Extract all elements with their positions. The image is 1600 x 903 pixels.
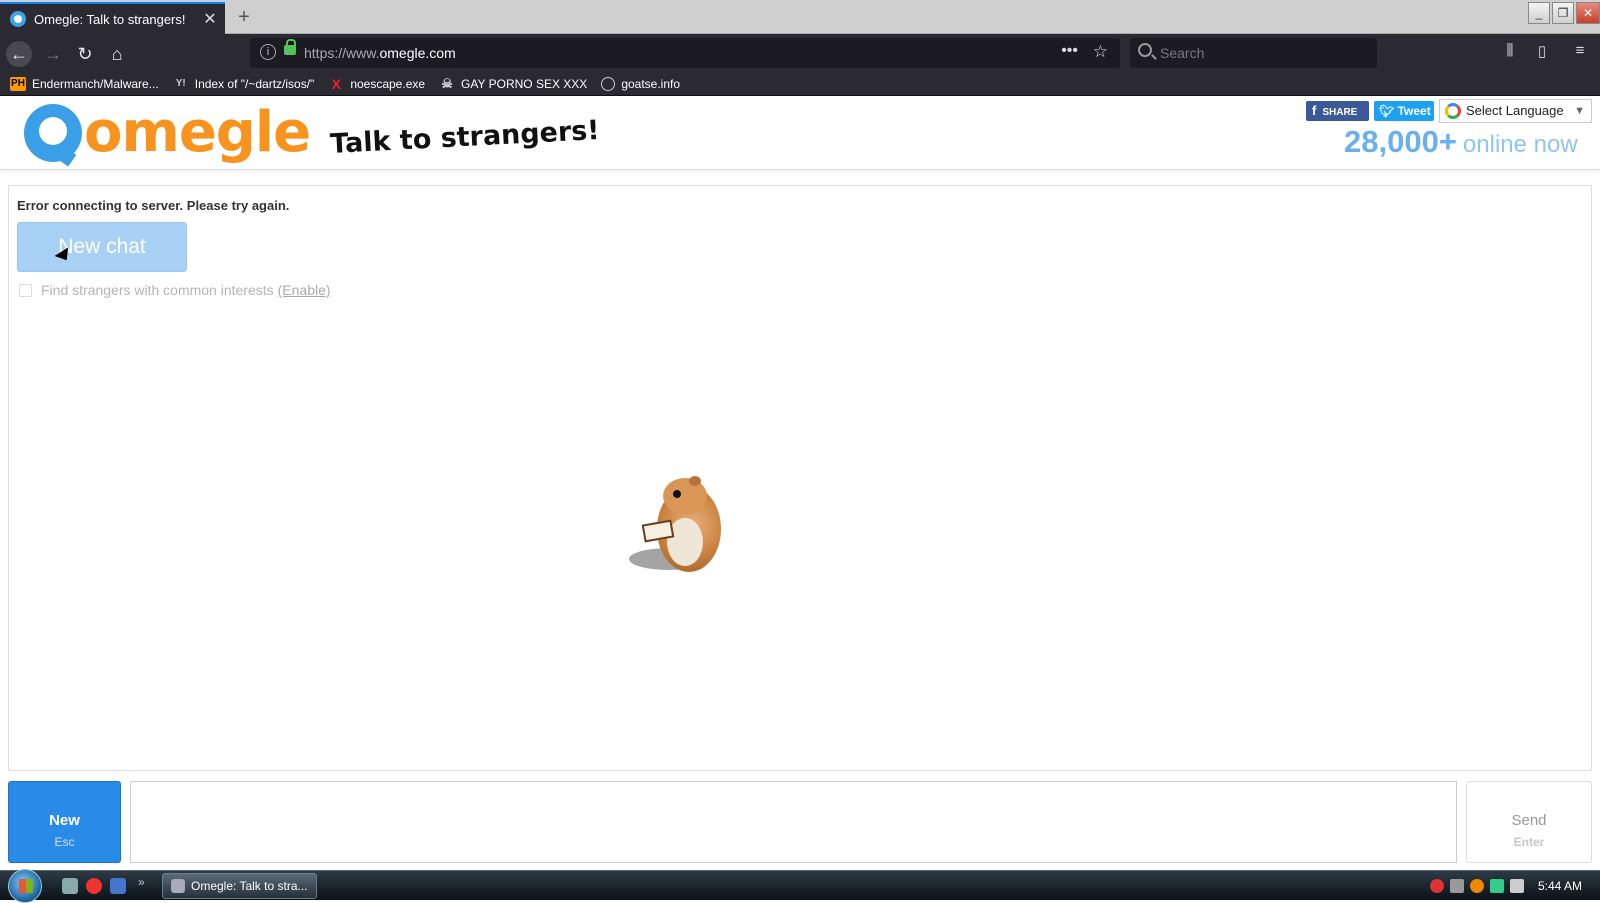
url-domain: omegle.com <box>379 45 456 61</box>
start-orb-icon[interactable] <box>8 869 42 903</box>
language-select[interactable]: Select Language ▼ <box>1439 99 1592 123</box>
bookmark-item[interactable]: goatse.info <box>601 76 681 91</box>
search-input[interactable]: Search <box>1130 38 1377 68</box>
forward-arrow-icon[interactable]: → <box>40 41 66 67</box>
network-icon[interactable] <box>1490 879 1504 893</box>
chat-controls: New Esc Send Enter <box>8 781 1592 863</box>
clock[interactable]: 5:44 AM <box>1538 879 1582 893</box>
new-tab-button[interactable]: + <box>232 6 256 29</box>
taskbar-window-title: Omegle: Talk to stra... <box>191 879 308 893</box>
enable-interests-link[interactable]: (Enable) <box>278 282 331 298</box>
online-count: 28,000+ online now <box>1344 124 1578 160</box>
browser-tab[interactable]: Omegle: Talk to strangers! ✕ <box>0 2 225 34</box>
tagline: Talk to strangers! <box>329 114 601 161</box>
close-tab-icon[interactable]: ✕ <box>199 9 221 29</box>
search-tray-icon[interactable] <box>1470 879 1484 893</box>
hamster-eye <box>673 490 681 498</box>
bookmark-label: noescape.exe <box>350 76 426 91</box>
interests-label: Find strangers with common interests <box>41 282 274 298</box>
interests-checkbox[interactable] <box>19 283 32 297</box>
tweet-button[interactable]: 🐦︎ Tweet <box>1374 101 1434 121</box>
page-actions-icon[interactable]: ••• <box>1061 42 1078 60</box>
send-button[interactable]: Send Enter <box>1466 781 1592 863</box>
interests-option: Find strangers with common interests (En… <box>19 282 331 298</box>
bookmark-label: Index of "/~dartz/isos/" <box>194 76 315 91</box>
window-controls: _ ❐ ✕ <box>1526 2 1600 24</box>
send-button-hint: Enter <box>1513 835 1545 849</box>
online-label: online now <box>1462 131 1578 158</box>
bookmark-item[interactable]: X noescape.exe <box>328 77 425 91</box>
send-button-label: Send <box>1511 812 1547 829</box>
language-label: Select Language <box>1466 103 1564 118</box>
quicklaunch-window-icon[interactable] <box>110 878 126 894</box>
system-tray <box>1430 879 1530 893</box>
bookmark-label: GAY PORNO SEX XXX <box>461 76 588 91</box>
hamster-head <box>663 478 707 514</box>
skull-icon: ☠ <box>441 75 453 91</box>
menu-icon[interactable]: ≡ <box>1568 42 1592 59</box>
minimize-icon[interactable]: _ <box>1528 2 1550 24</box>
new-button-label: New <box>49 812 80 829</box>
volume-icon[interactable] <box>1510 879 1524 893</box>
share-label: SHARE <box>1322 107 1358 118</box>
address-bar[interactable]: i https://www.omegle.com ••• ☆ <box>250 38 1120 68</box>
reload-icon[interactable]: ↻ <box>72 41 98 67</box>
url-prefix: https://www. <box>304 45 380 61</box>
quicklaunch-browser-icon[interactable] <box>86 878 102 894</box>
facebook-icon: f <box>1312 103 1317 118</box>
windows-taskbar: » Omegle: Talk to stra... 5:44 AM <box>0 869 1600 903</box>
quicklaunch-desktop-icon[interactable] <box>62 878 78 894</box>
url-text[interactable]: https://www.omegle.com <box>304 45 456 61</box>
security-alert-icon[interactable] <box>1430 879 1444 893</box>
facebook-share-button[interactable]: f SHARE <box>1306 101 1369 121</box>
window-app-icon <box>171 879 185 893</box>
bookmark-star-icon[interactable]: ☆ <box>1093 42 1108 62</box>
tweet-label: Tweet <box>1397 104 1431 118</box>
message-input[interactable] <box>130 781 1457 863</box>
chevron-down-icon: ▼ <box>1574 105 1585 117</box>
search-icon <box>1138 43 1152 57</box>
site-info-icon[interactable]: i <box>260 44 276 60</box>
pornhub-favicon-icon: PH <box>10 76 26 91</box>
tab-title: Omegle: Talk to strangers! <box>34 11 186 27</box>
library-icon[interactable]: ⫼ <box>1498 42 1522 59</box>
bookmark-item[interactable]: Y! Index of "/~dartz/isos/" <box>173 77 315 91</box>
bookmarks-toolbar: PH Endermanch/Malware... Y! Index of "/~… <box>0 72 1600 96</box>
restore-icon[interactable]: ❐ <box>1552 2 1574 24</box>
taskbar-window-button[interactable]: Omegle: Talk to stra... <box>162 873 317 899</box>
hamster-belly <box>667 518 703 566</box>
tray-app-icon[interactable] <box>1450 879 1464 893</box>
new-button-hint: Esc <box>54 835 75 849</box>
new-conversation-button[interactable]: New Esc <box>8 781 121 863</box>
google-icon <box>1445 103 1461 119</box>
logo-text: omegle <box>84 100 311 165</box>
site-header: omegle Talk to strangers! f SHARE 🐦︎ Twee… <box>0 96 1600 170</box>
omegle-logo[interactable]: omegle <box>24 100 311 165</box>
twitter-bird-icon: 🐦︎ <box>1379 104 1395 118</box>
chat-log: Error connecting to server. Please try a… <box>8 185 1592 771</box>
tab-bar: Omegle: Talk to strangers! ✕ + _ ❐ ✕ <box>0 0 1600 34</box>
online-number: 28,000+ <box>1344 124 1457 159</box>
globe-icon <box>601 76 616 91</box>
chevron-right-icon[interactable]: » <box>138 875 145 889</box>
red-x-icon: X <box>331 75 341 92</box>
navigation-toolbar: ← → ↻ ⌂ i https://www.omegle.com ••• ☆ S… <box>0 34 1600 72</box>
omegle-favicon-icon <box>10 11 26 27</box>
home-icon[interactable]: ⌂ <box>104 41 130 67</box>
bookmark-label: goatse.info <box>621 76 681 91</box>
bookmark-item[interactable]: ☠ GAY PORNO SEX XXX <box>439 75 588 91</box>
hamster-ear <box>689 476 701 486</box>
bookmark-label: Endermanch/Malware... <box>32 76 159 91</box>
omegle-logo-icon <box>24 104 82 162</box>
reading-hamster-image <box>629 476 739 576</box>
window-close-icon[interactable]: ✕ <box>1576 2 1600 24</box>
sidebar-icon[interactable]: ▯ <box>1530 42 1554 60</box>
new-chat-button[interactable]: New chat <box>17 222 187 272</box>
bookmark-item[interactable]: PH Endermanch/Malware... <box>10 76 159 91</box>
error-message: Error connecting to server. Please try a… <box>17 198 290 213</box>
back-arrow-icon[interactable]: ← <box>6 41 32 67</box>
yp-favicon-icon: Y! <box>175 77 186 89</box>
search-placeholder: Search <box>1160 45 1205 61</box>
lock-icon <box>284 39 296 55</box>
